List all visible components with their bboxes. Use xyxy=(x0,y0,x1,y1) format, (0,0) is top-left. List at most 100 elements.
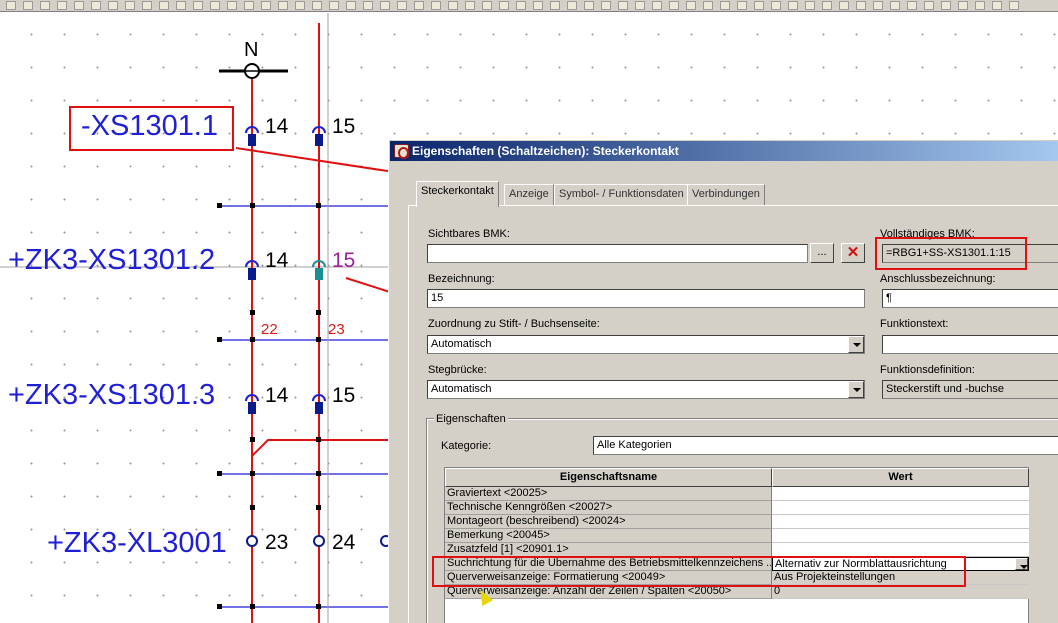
column-header-value[interactable]: Wert xyxy=(772,468,1029,487)
zuordnung-select[interactable]: Automatisch xyxy=(427,335,865,354)
toolbar-button[interactable] xyxy=(414,1,424,10)
toolbar-button[interactable] xyxy=(193,1,203,10)
clear-button[interactable]: ✕ xyxy=(841,243,865,263)
toolbar-button[interactable] xyxy=(924,1,934,10)
toolbar-button[interactable] xyxy=(431,1,441,10)
toolbar-button[interactable] xyxy=(737,1,747,10)
highlight-box-suchrichtung xyxy=(432,556,966,587)
toolbar-button[interactable] xyxy=(295,1,305,10)
toolbar-button[interactable] xyxy=(312,1,322,10)
bezeichnung-input[interactable]: 15 xyxy=(427,289,865,308)
toolbar-button[interactable] xyxy=(618,1,628,10)
table-row[interactable]: Querverweisanzeige: Anzahl der Zeilen / … xyxy=(445,585,1029,599)
toolbar-button[interactable] xyxy=(652,1,662,10)
toolbar-button[interactable] xyxy=(397,1,407,10)
toolbar-button[interactable] xyxy=(754,1,764,10)
chevron-down-icon[interactable] xyxy=(848,336,864,353)
toolbar-button[interactable] xyxy=(159,1,169,10)
toolbar-button[interactable] xyxy=(74,1,84,10)
toolbar-button[interactable] xyxy=(91,1,101,10)
funktionstext-input[interactable] xyxy=(882,335,1058,354)
toolbar-button[interactable] xyxy=(839,1,849,10)
toolbar-button[interactable] xyxy=(856,1,866,10)
device-label-xs1301-2[interactable]: +ZK3-XS1301.2 xyxy=(8,246,215,275)
table-row[interactable]: Graviertext <20025> xyxy=(445,487,1029,501)
toolbar-button[interactable] xyxy=(142,1,152,10)
toolbar-button[interactable] xyxy=(788,1,798,10)
stegbruecke-select[interactable]: Automatisch xyxy=(427,380,865,399)
device-label-xs1301-3[interactable]: +ZK3-XS1301.3 xyxy=(8,381,215,410)
toolbar-button[interactable] xyxy=(822,1,832,10)
toolbar-button[interactable] xyxy=(907,1,917,10)
toolbar-button[interactable] xyxy=(703,1,713,10)
toolbar-button[interactable] xyxy=(516,1,526,10)
table-row[interactable]: Zusatzfeld [1] <20901.1> xyxy=(445,543,1029,557)
tab-anzeige[interactable]: Anzeige xyxy=(504,184,554,205)
toolbar-button[interactable] xyxy=(873,1,883,10)
toolbar-button[interactable] xyxy=(176,1,186,10)
property-value[interactable] xyxy=(772,487,1029,501)
property-value[interactable] xyxy=(772,529,1029,543)
toolbar-button[interactable] xyxy=(533,1,543,10)
toolbar-button[interactable] xyxy=(567,1,577,10)
toolbar-button[interactable] xyxy=(550,1,560,10)
anschlussbezeichnung-input[interactable]: ¶ xyxy=(882,289,1058,308)
toolbar-button[interactable] xyxy=(380,1,390,10)
sichtbares-bmk-input[interactable] xyxy=(427,244,808,263)
toolbar-button[interactable] xyxy=(448,1,458,10)
toolbar-button[interactable] xyxy=(363,1,373,10)
kategorie-select[interactable]: Alle Kategorien xyxy=(593,436,1058,455)
toolbar-button[interactable] xyxy=(669,1,679,10)
pin-label: 24 xyxy=(332,531,356,554)
table-row[interactable]: Bemerkung <20045> xyxy=(445,529,1029,543)
toolbar-button[interactable] xyxy=(992,1,1002,10)
property-value[interactable] xyxy=(772,543,1029,557)
property-value[interactable] xyxy=(772,515,1029,529)
toolbar-button[interactable] xyxy=(482,1,492,10)
properties-grid: Eigenschaftsname Wert Graviertext <20025… xyxy=(444,467,1029,623)
toolbar-button[interactable] xyxy=(6,1,16,10)
column-header-name[interactable]: Eigenschaftsname xyxy=(445,468,772,487)
toolbar-button[interactable] xyxy=(941,1,951,10)
toolbar-button[interactable] xyxy=(601,1,611,10)
toolbar-button[interactable] xyxy=(23,1,33,10)
property-value[interactable]: 0 xyxy=(772,585,1029,599)
highlight-box-full-bmk xyxy=(875,237,1027,270)
toolbar-button[interactable] xyxy=(210,1,220,10)
tab-steckerkontakt[interactable]: Steckerkontakt xyxy=(416,181,499,207)
toolbar-button[interactable] xyxy=(227,1,237,10)
toolbar-button[interactable] xyxy=(1009,1,1019,10)
browse-button[interactable]: ... xyxy=(810,243,834,263)
toolbar-button[interactable] xyxy=(958,1,968,10)
pin-label-selected[interactable]: 15 xyxy=(332,250,355,271)
device-label-xl3001[interactable]: +ZK3-XL3001 xyxy=(47,529,227,558)
toolbar-button[interactable] xyxy=(40,1,50,10)
toolbar-button[interactable] xyxy=(346,1,356,10)
table-row[interactable]: Montageort (beschreibend) <20024> xyxy=(445,515,1029,529)
toolbar-button[interactable] xyxy=(635,1,645,10)
toolbar-button[interactable] xyxy=(465,1,475,10)
toolbar-button[interactable] xyxy=(975,1,985,10)
toolbar-button[interactable] xyxy=(584,1,594,10)
property-value[interactable] xyxy=(772,501,1029,515)
toolbar-button[interactable] xyxy=(329,1,339,10)
toolbar-button[interactable] xyxy=(244,1,254,10)
toolbar-button[interactable] xyxy=(261,1,271,10)
tab-verbindungen[interactable]: Verbindungen xyxy=(687,184,765,205)
toolbar-button[interactable] xyxy=(805,1,815,10)
toolbar-button[interactable] xyxy=(57,1,67,10)
chevron-down-icon[interactable] xyxy=(848,381,864,398)
tab-symbol-funktionsdaten[interactable]: Symbol- / Funktionsdaten xyxy=(554,184,689,205)
pin-label: 14 xyxy=(265,115,289,138)
toolbar-button[interactable] xyxy=(125,1,135,10)
toolbar-button[interactable] xyxy=(890,1,900,10)
table-row[interactable]: Technische Kenngrößen <20027> xyxy=(445,501,1029,515)
chevron-down-icon[interactable] xyxy=(1015,558,1028,570)
toolbar-button[interactable] xyxy=(278,1,288,10)
dialog-title-bar[interactable]: Eigenschaften (Schaltzeichen): Steckerko… xyxy=(390,141,1058,161)
toolbar-button[interactable] xyxy=(686,1,696,10)
toolbar-button[interactable] xyxy=(499,1,509,10)
toolbar-button[interactable] xyxy=(108,1,118,10)
toolbar-button[interactable] xyxy=(771,1,781,10)
toolbar-button[interactable] xyxy=(720,1,730,10)
